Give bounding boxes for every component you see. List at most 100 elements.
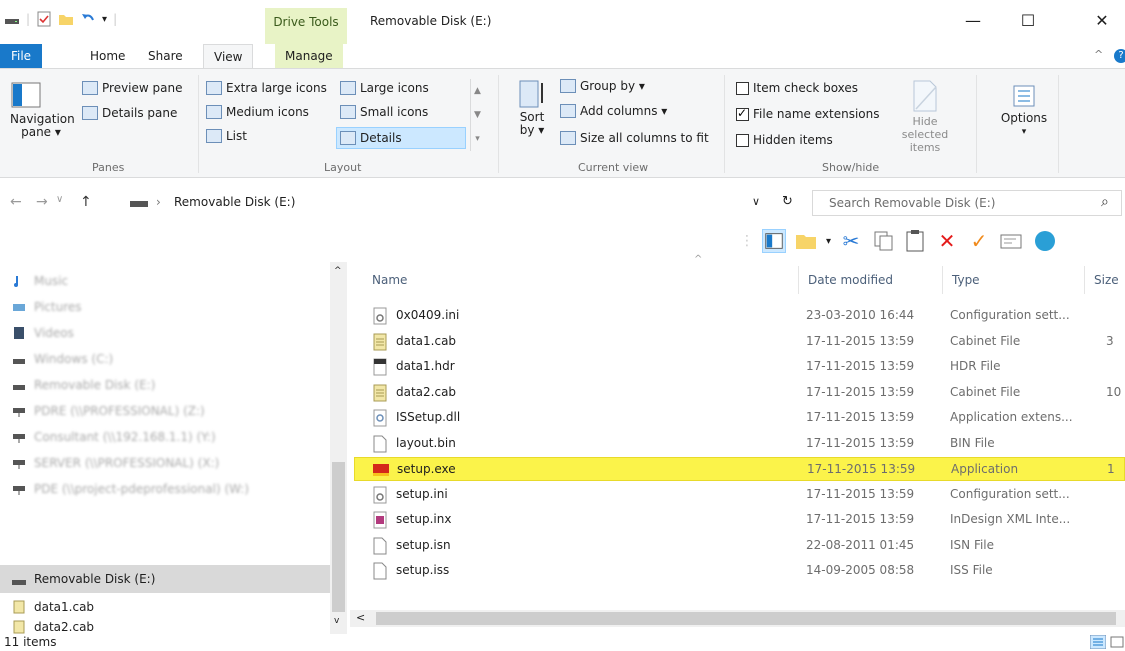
nav-item-network-drive[interactable]: SERVER (\\PROFESSIONAL) (X:) [0,450,330,476]
hidden-items-checkbox[interactable] [736,133,749,147]
file-row[interactable]: setup.ini 17-11-2015 13:59 Configuration s… [354,483,1125,507]
maximize-button[interactable]: ☐ [1005,6,1051,36]
collapse-ribbon-icon[interactable]: ^ [1094,48,1103,61]
scrollbar-thumb[interactable] [332,462,345,612]
address-bar[interactable]: › Removable Disk (E:) ∨ ↻ [110,190,810,216]
item-check-boxes-checkbox[interactable] [736,81,749,95]
address-dropdown-icon[interactable]: ∨ [752,195,760,208]
close-button[interactable]: ✕ [1079,6,1125,36]
tab-home[interactable]: Home [80,44,135,68]
nav-item-videos[interactable]: Videos [0,320,330,346]
preview-pane-icon[interactable] [762,229,786,253]
options-button[interactable]: Options ▾ [996,83,1052,137]
column-header-type[interactable]: Type [952,262,980,298]
large-icons-view-icon[interactable] [1110,635,1124,649]
minimize-button[interactable]: — [950,6,996,36]
up-icon[interactable]: ↑ [80,194,92,210]
details-view-button[interactable]: Details [336,127,466,149]
tab-share[interactable]: Share [138,44,193,68]
add-columns-button[interactable]: Add columns ▾ [560,104,667,118]
item-check-boxes-toggle[interactable]: Item check boxes [736,81,858,95]
new-folder-icon[interactable] [794,229,818,253]
properties-icon[interactable] [36,11,52,27]
column-separator[interactable] [798,266,799,294]
forward-icon[interactable]: → [36,194,48,210]
search-icon[interactable]: ⌕ [1101,194,1109,210]
breadcrumb[interactable]: Removable Disk (E:) [174,195,295,209]
nav-item-windows-c[interactable]: Windows (C:) [0,346,330,372]
nav-item-network-drive[interactable]: PDE (\\project-pdeprofessional) (W:) [0,476,330,502]
paste-icon[interactable] [903,229,927,253]
nav-item-network-drive[interactable]: Consultant (\\192.168.1.1) (Y:) [0,424,330,450]
layout-gallery-scroll[interactable]: ▲ ▼ ▾ [470,79,484,151]
file-row[interactable]: setup.exe 17-11-2015 13:59 Application 1 [354,457,1125,481]
extra-large-icons-button[interactable]: Extra large icons [206,81,327,95]
shell-icon[interactable] [1031,229,1056,253]
scroll-down-icon[interactable]: v [334,616,339,626]
small-icons-button[interactable]: Small icons [340,105,428,119]
nav-item-data1-cab[interactable]: data1.cab [0,594,330,620]
file-row[interactable]: setup.inx 17-11-2015 13:59 InDesign XML In… [354,508,1125,532]
chevron-down-icon[interactable]: ▾ [826,236,831,247]
back-icon[interactable]: ← [10,194,22,210]
column-header-date-modified[interactable]: Date modified [808,262,893,298]
file-row[interactable]: data2.cab 17-11-2015 13:59 Cabinet File 10 [354,381,1125,405]
refresh-icon[interactable]: ↻ [782,194,793,209]
file-row[interactable]: ISSetup.dll 17-11-2015 13:59 Application e… [354,406,1125,430]
scrollbar-thumb[interactable] [376,612,1116,625]
file-date-modified: 17-11-2015 13:59 [806,359,915,373]
hidden-items-toggle[interactable]: Hidden items [736,133,833,147]
hide-selected-items-button[interactable]: Hide selected items [890,79,960,154]
large-icons-button[interactable]: Large icons [340,81,429,95]
undo-icon[interactable] [80,11,96,27]
search-input[interactable]: Search Removable Disk (E:) ⌕ [812,190,1122,216]
preview-pane-button[interactable]: Preview pane [82,81,182,95]
delete-icon[interactable]: ✕ [935,229,959,253]
nav-item-pictures[interactable]: Pictures [0,294,330,320]
details-pane-button[interactable]: Details pane [82,106,177,120]
nav-item-data2-cab[interactable]: data2.cab [0,620,330,634]
file-row[interactable]: data1.cab 17-11-2015 13:59 Cabinet File 3 [354,330,1125,354]
file-row[interactable]: setup.iss 14-09-2005 08:58 ISS File [354,559,1125,583]
nav-item-music[interactable]: Music [0,268,330,294]
details-view-icon[interactable] [1090,635,1106,649]
file-list-horizontal-scrollbar[interactable]: < [350,610,1125,627]
size-all-columns-button[interactable]: Size all columns to fit [560,131,709,145]
file-date-modified: 17-11-2015 13:59 [806,384,915,399]
file-row[interactable]: data1.hdr 17-11-2015 13:59 HDR File [354,355,1125,379]
column-header-size[interactable]: Size [1094,262,1119,298]
nav-pane-scrollbar[interactable]: ^ v [330,262,347,634]
nav-item-removable-disk-e[interactable]: Removable Disk (E:) [0,565,330,593]
customize-qat-icon[interactable]: ▾ [102,14,107,25]
file-name-extensions-checkbox[interactable] [736,106,749,121]
tab-file[interactable]: File [0,44,42,68]
separator: ⋮ [740,233,754,249]
list-view-button[interactable]: List [206,129,247,143]
sort-by-button[interactable]: Sort by ▾ [512,79,552,137]
column-separator[interactable] [1084,266,1085,294]
scroll-up-icon[interactable]: ^ [334,266,342,276]
rename-check-icon[interactable]: ✓ [967,229,991,253]
nav-item-removable-disk[interactable]: Removable Disk (E:) [0,372,330,398]
file-row[interactable]: setup.isn 22-08-2011 01:45 ISN File [354,534,1125,558]
column-header-name[interactable]: Name [372,262,407,298]
help-icon[interactable]: ? [1114,49,1125,63]
file-name-extensions-toggle[interactable]: File name extensions [736,106,880,121]
tab-view[interactable]: View [203,44,254,68]
navigation-pane-button[interactable]: Navigation pane ▾ [10,79,75,139]
properties-icon[interactable] [999,229,1023,253]
cut-icon[interactable]: ✂ [839,229,863,253]
file-row[interactable]: layout.bin 17-11-2015 13:59 BIN File [354,432,1125,456]
separator: | [26,12,31,26]
scroll-left-icon[interactable]: < [356,611,365,624]
copy-icon[interactable] [871,229,895,253]
medium-icons-button[interactable]: Medium icons [206,105,309,119]
file-name: setup.inx [396,512,452,526]
file-row[interactable]: 0x0409.ini 23-03-2010 16:44 Configuration … [354,304,1125,328]
nav-item-network-drive[interactable]: PDRE (\\PROFESSIONAL) (Z:) [0,398,330,424]
group-by-button[interactable]: Group by ▾ [560,79,645,93]
tab-manage[interactable]: Manage [275,44,343,68]
recent-locations-icon[interactable]: ∨ [56,194,63,205]
column-separator[interactable] [942,266,943,294]
new-folder-icon[interactable] [58,11,74,27]
